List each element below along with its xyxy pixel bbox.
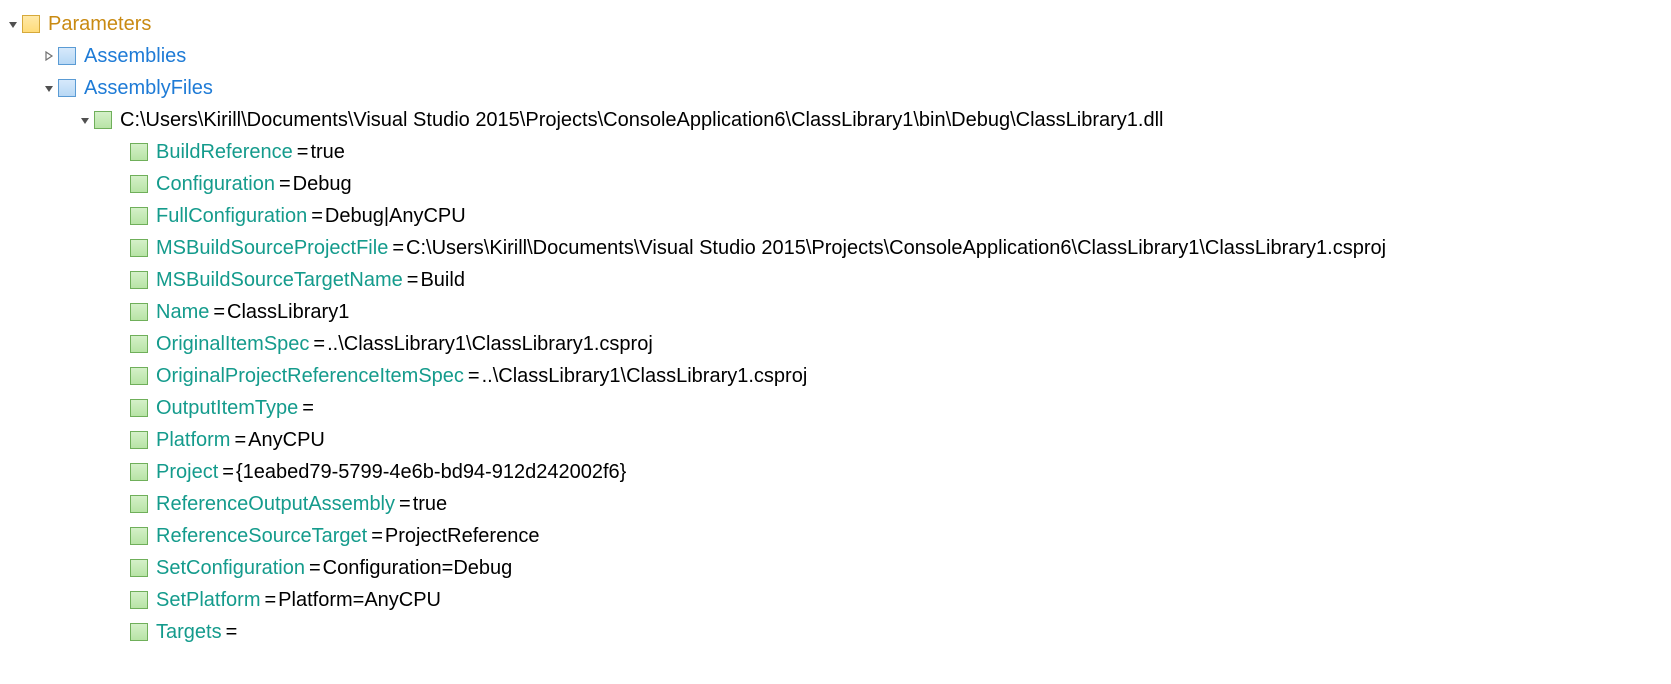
property-icon <box>130 143 148 161</box>
node-label: AssemblyFiles <box>84 72 213 104</box>
property-key: OriginalItemSpec <box>156 328 309 360</box>
equals-sign: = <box>468 360 480 392</box>
property-icon <box>130 207 148 225</box>
equals-sign: = <box>213 296 225 328</box>
tree-node-parameters[interactable]: Parameters <box>4 8 1667 40</box>
property-value: true <box>413 488 447 520</box>
equals-sign: = <box>407 264 419 296</box>
property-key: Name <box>156 296 209 328</box>
property-key: Project <box>156 456 218 488</box>
property-icon <box>130 623 148 641</box>
property-value: Build <box>420 264 464 296</box>
property-value: ProjectReference <box>385 520 540 552</box>
property-value: Platform=AnyCPU <box>278 584 441 616</box>
tree-node-property[interactable]: Name = ClassLibrary1 <box>4 296 1667 328</box>
tree-node-property[interactable]: ReferenceOutputAssembly = true <box>4 488 1667 520</box>
property-key: FullConfiguration <box>156 200 307 232</box>
property-icon <box>130 367 148 385</box>
property-value: Debug <box>293 168 352 200</box>
property-value: AnyCPU <box>248 424 325 456</box>
collapse-arrow-icon[interactable] <box>40 51 58 61</box>
tree-node-property[interactable]: OutputItemType = <box>4 392 1667 424</box>
equals-sign: = <box>297 136 309 168</box>
item-icon <box>58 47 76 65</box>
equals-sign: = <box>371 520 383 552</box>
property-icon <box>130 463 148 481</box>
tree-node-property[interactable]: ReferenceSourceTarget = ProjectReference <box>4 520 1667 552</box>
property-key: MSBuildSourceProjectFile <box>156 232 388 264</box>
property-icon <box>130 431 148 449</box>
property-key: OutputItemType <box>156 392 298 424</box>
node-label: Parameters <box>48 8 151 40</box>
equals-sign: = <box>226 616 238 648</box>
node-label: Assemblies <box>84 40 186 72</box>
expand-arrow-icon[interactable] <box>40 83 58 93</box>
property-key: ReferenceSourceTarget <box>156 520 367 552</box>
tree-node-property[interactable]: Platform = AnyCPU <box>4 424 1667 456</box>
tree-node-assemblyfiles[interactable]: AssemblyFiles <box>4 72 1667 104</box>
equals-sign: = <box>222 456 234 488</box>
property-icon <box>130 527 148 545</box>
tree-node-property[interactable]: OriginalItemSpec = ..\ClassLibrary1\Clas… <box>4 328 1667 360</box>
property-value: Debug|AnyCPU <box>325 200 466 232</box>
property-key: Targets <box>156 616 222 648</box>
expand-arrow-icon[interactable] <box>4 19 22 29</box>
equals-sign: = <box>309 552 321 584</box>
property-icon <box>130 495 148 513</box>
tree-node-property[interactable]: Configuration = Debug <box>4 168 1667 200</box>
property-icon <box>130 303 148 321</box>
equals-sign: = <box>264 584 276 616</box>
equals-sign: = <box>392 232 404 264</box>
property-value: Configuration=Debug <box>323 552 513 584</box>
property-icon <box>130 559 148 577</box>
property-key: Configuration <box>156 168 275 200</box>
equals-sign: = <box>399 488 411 520</box>
property-key: SetConfiguration <box>156 552 305 584</box>
expand-arrow-icon[interactable] <box>76 115 94 125</box>
property-value: true <box>310 136 344 168</box>
property-icon <box>130 239 148 257</box>
property-icon <box>130 271 148 289</box>
node-label: C:\Users\Kirill\Documents\Visual Studio … <box>120 104 1163 136</box>
property-icon <box>130 335 148 353</box>
property-key: SetPlatform <box>156 584 260 616</box>
tree-node-property[interactable]: OriginalProjectReferenceItemSpec = ..\Cl… <box>4 360 1667 392</box>
property-value: ..\ClassLibrary1\ClassLibrary1.csproj <box>482 360 808 392</box>
property-value: ClassLibrary1 <box>227 296 349 328</box>
tree-node-property[interactable]: SetConfiguration = Configuration=Debug <box>4 552 1667 584</box>
tree-node-property[interactable]: MSBuildSourceProjectFile = C:\Users\Kiri… <box>4 232 1667 264</box>
property-icon <box>130 399 148 417</box>
tree-node-property[interactable]: BuildReference = true <box>4 136 1667 168</box>
tree-node-property[interactable]: Project = {1eabed79-5799-4e6b-bd94-912d2… <box>4 456 1667 488</box>
property-icon <box>130 175 148 193</box>
tree-node-assemblies[interactable]: Assemblies <box>4 40 1667 72</box>
equals-sign: = <box>313 328 325 360</box>
property-icon <box>130 591 148 609</box>
equals-sign: = <box>234 424 246 456</box>
item-icon <box>94 111 112 129</box>
tree-node-property[interactable]: Targets = <box>4 616 1667 648</box>
property-key: Platform <box>156 424 230 456</box>
equals-sign: = <box>279 168 291 200</box>
tree-node-property[interactable]: MSBuildSourceTargetName = Build <box>4 264 1667 296</box>
property-value: {1eabed79-5799-4e6b-bd94-912d242002f6} <box>236 456 626 488</box>
equals-sign: = <box>311 200 323 232</box>
property-key: OriginalProjectReferenceItemSpec <box>156 360 464 392</box>
property-key: BuildReference <box>156 136 293 168</box>
tree-node-property[interactable]: SetPlatform = Platform=AnyCPU <box>4 584 1667 616</box>
folder-icon <box>22 15 40 33</box>
property-value: ..\ClassLibrary1\ClassLibrary1.csproj <box>327 328 653 360</box>
tree-node-file[interactable]: C:\Users\Kirill\Documents\Visual Studio … <box>4 104 1667 136</box>
equals-sign: = <box>302 392 314 424</box>
property-key: ReferenceOutputAssembly <box>156 488 395 520</box>
property-value: C:\Users\Kirill\Documents\Visual Studio … <box>406 232 1386 264</box>
property-key: MSBuildSourceTargetName <box>156 264 403 296</box>
item-icon <box>58 79 76 97</box>
tree-node-property[interactable]: FullConfiguration = Debug|AnyCPU <box>4 200 1667 232</box>
